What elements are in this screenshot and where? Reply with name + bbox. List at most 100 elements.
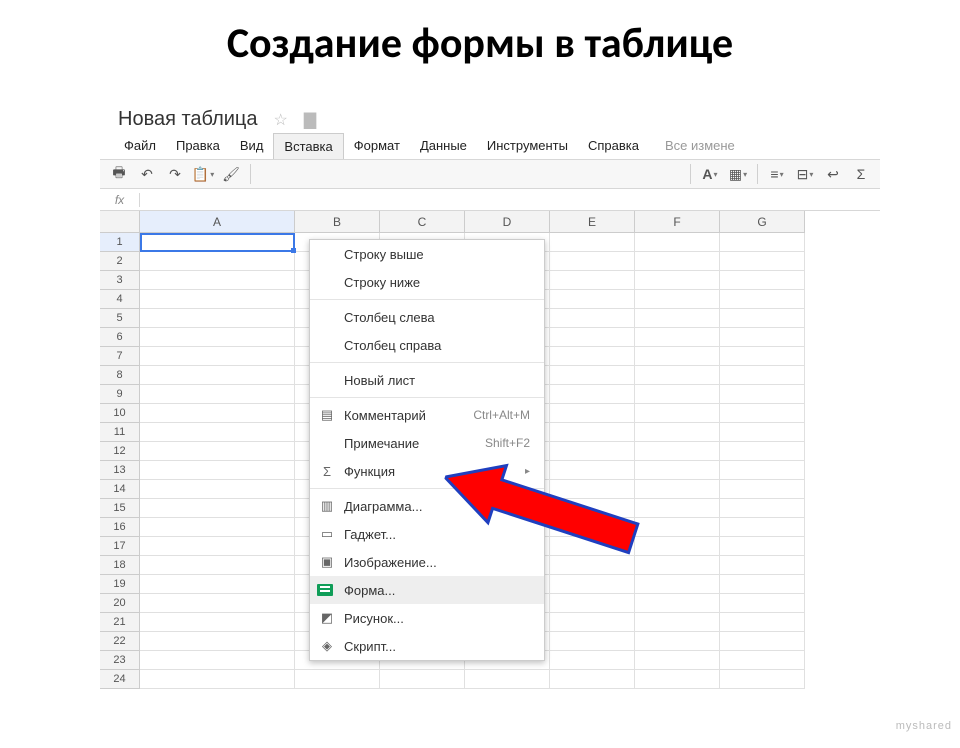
row-head[interactable]: 15 [100, 499, 140, 518]
cell[interactable] [635, 309, 720, 328]
cell[interactable] [140, 366, 295, 385]
col-head-c[interactable]: C [380, 211, 465, 233]
cell[interactable] [635, 632, 720, 651]
text-color-icon[interactable]: A▾ [697, 162, 723, 186]
cell[interactable] [635, 556, 720, 575]
cell[interactable] [550, 442, 635, 461]
cell[interactable] [550, 328, 635, 347]
menu-data[interactable]: Данные [410, 133, 477, 159]
cell[interactable] [720, 651, 805, 670]
col-head-f[interactable]: F [635, 211, 720, 233]
cell[interactable] [550, 632, 635, 651]
menu-file[interactable]: Файл [114, 133, 166, 159]
cell[interactable] [140, 252, 295, 271]
cell[interactable] [140, 347, 295, 366]
star-icon[interactable]: ☆ [274, 110, 288, 130]
row-head[interactable]: 16 [100, 518, 140, 537]
redo-icon[interactable]: ↷ [162, 162, 188, 186]
col-head-d[interactable]: D [465, 211, 550, 233]
menu-view[interactable]: Вид [230, 133, 274, 159]
cell[interactable] [635, 518, 720, 537]
cell[interactable] [635, 290, 720, 309]
cell[interactable] [720, 594, 805, 613]
cell[interactable] [550, 404, 635, 423]
formula-input[interactable] [140, 189, 880, 210]
dd-row-below[interactable]: Строку ниже [310, 268, 544, 296]
row-head[interactable]: 14 [100, 480, 140, 499]
cell[interactable] [635, 651, 720, 670]
cell[interactable] [550, 366, 635, 385]
cell[interactable] [550, 423, 635, 442]
cell[interactable] [635, 233, 720, 252]
cell[interactable] [550, 575, 635, 594]
cell[interactable] [380, 670, 465, 689]
cell[interactable] [720, 575, 805, 594]
row-head[interactable]: 11 [100, 423, 140, 442]
cell[interactable] [720, 328, 805, 347]
cell[interactable] [550, 651, 635, 670]
menu-format[interactable]: Формат [344, 133, 410, 159]
row-head[interactable]: 20 [100, 594, 140, 613]
cell[interactable] [720, 537, 805, 556]
cell[interactable] [635, 385, 720, 404]
cell[interactable] [720, 252, 805, 271]
cell[interactable] [720, 480, 805, 499]
row-head[interactable]: 3 [100, 271, 140, 290]
borders-icon[interactable]: ▦▾ [725, 162, 751, 186]
menu-help[interactable]: Справка [578, 133, 649, 159]
cell[interactable] [720, 613, 805, 632]
cell[interactable] [720, 670, 805, 689]
align-icon[interactable]: ≡▾ [764, 162, 790, 186]
row-head[interactable]: 6 [100, 328, 140, 347]
cell[interactable] [140, 328, 295, 347]
dd-new-sheet[interactable]: Новый лист [310, 366, 544, 394]
cell[interactable] [635, 537, 720, 556]
dd-note[interactable]: Примечание Shift+F2 [310, 429, 544, 457]
cell[interactable] [720, 309, 805, 328]
row-head[interactable]: 9 [100, 385, 140, 404]
row-head[interactable]: 4 [100, 290, 140, 309]
cell[interactable] [140, 404, 295, 423]
cell[interactable] [140, 271, 295, 290]
cell[interactable] [550, 594, 635, 613]
paint-format-icon[interactable]: 🖌 [218, 162, 244, 186]
cell[interactable] [140, 499, 295, 518]
cell[interactable] [720, 556, 805, 575]
cell[interactable] [140, 233, 295, 252]
cell[interactable] [720, 271, 805, 290]
dd-comment[interactable]: ▤ Комментарий Ctrl+Alt+M [310, 401, 544, 429]
row-head[interactable]: 7 [100, 347, 140, 366]
cell[interactable] [550, 271, 635, 290]
cell[interactable] [140, 518, 295, 537]
cell[interactable] [140, 651, 295, 670]
cell[interactable] [635, 575, 720, 594]
cell[interactable] [635, 271, 720, 290]
cell[interactable] [550, 670, 635, 689]
cell[interactable] [720, 632, 805, 651]
cell[interactable] [550, 233, 635, 252]
cell[interactable] [635, 480, 720, 499]
cell[interactable] [550, 613, 635, 632]
dd-drawing[interactable]: ◩ Рисунок... [310, 604, 544, 632]
cell[interactable] [140, 594, 295, 613]
row-head[interactable]: 23 [100, 651, 140, 670]
cell[interactable] [550, 290, 635, 309]
cell[interactable] [140, 423, 295, 442]
cell[interactable] [550, 461, 635, 480]
cell[interactable] [720, 499, 805, 518]
row-head[interactable]: 13 [100, 461, 140, 480]
cell[interactable] [550, 385, 635, 404]
cell[interactable] [720, 442, 805, 461]
row-head[interactable]: 8 [100, 366, 140, 385]
cell[interactable] [140, 575, 295, 594]
cell[interactable] [635, 499, 720, 518]
cell[interactable] [720, 290, 805, 309]
cell[interactable] [465, 670, 550, 689]
cell[interactable] [140, 632, 295, 651]
menu-insert[interactable]: Вставка [273, 133, 343, 159]
cell[interactable] [140, 480, 295, 499]
dd-row-above[interactable]: Строку выше [310, 240, 544, 268]
dd-image[interactable]: ▣ Изображение... [310, 548, 544, 576]
row-head[interactable]: 22 [100, 632, 140, 651]
cell[interactable] [720, 518, 805, 537]
